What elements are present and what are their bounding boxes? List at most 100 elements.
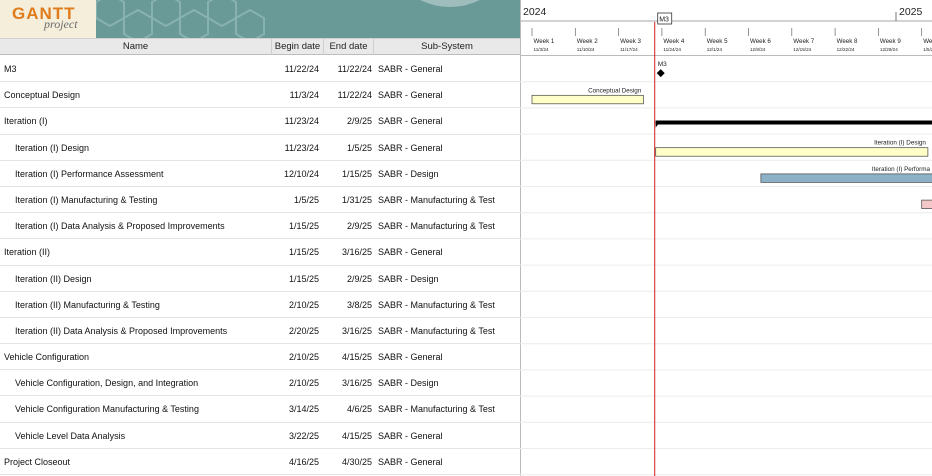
logo-subtitle: project (44, 17, 78, 31)
task-begin-date: 11/3/24 (289, 90, 319, 101)
gantt-canvas: Week 1 11/3/24 Week 2 11/10/24 Week 3 11/17/2… (520, 0, 932, 476)
task-row[interactable]: Vehicle Level Data Analysis 3/22/25 4/15/2… (0, 423, 520, 449)
task-begin-date: 1/15/25 (288, 247, 319, 258)
task-row[interactable]: Iteration (I) 11/23/24 2/9/25 SABR - Genera… (0, 108, 520, 135)
task-begin-date: 12/10/24 (283, 168, 319, 179)
task-sub-system: SABR - General (378, 142, 443, 153)
task-sub-system: SABR - General (378, 247, 443, 258)
task-table-header: Name Begin date End date Sub-System (0, 38, 520, 55)
task-row[interactable]: Iteration (I) Data Analysis & Proposed I… (0, 213, 520, 240)
task-sub-system: SABR - Manufacturing & Test (378, 194, 495, 205)
task-end-date: 3/16/25 (341, 325, 372, 336)
task-end-date: 3/16/25 (341, 378, 372, 389)
week-date: 11/3/24 (534, 47, 549, 52)
task-begin-date: 3/22/25 (288, 430, 319, 441)
task-end-date: 4/30/25 (341, 456, 372, 467)
year-label-left: 2024 (523, 6, 547, 18)
iteration-1-design-label: Iteration (I) Design (874, 140, 926, 147)
task-row[interactable]: Iteration (II) Manufacturing & Testing 2/… (0, 292, 520, 318)
task-name: Vehicle Configuration (4, 352, 90, 363)
task-name: Iteration (I) Data Analysis & Proposed I… (15, 221, 225, 232)
task-sub-system: SABR - General (378, 116, 443, 127)
task-row[interactable]: Iteration (II) Data Analysis & Proposed … (0, 318, 520, 345)
task-begin-date: 2/10/25 (288, 352, 319, 363)
week-label: Week 4 (663, 38, 684, 45)
task-begin-date: 1/5/25 (293, 194, 319, 205)
week-label: Week 6 (750, 38, 771, 45)
task-sub-system: SABR - General (378, 456, 443, 467)
task-sub-system: SABR - Design (378, 273, 439, 284)
task-row[interactable]: Vehicle Configuration 2/10/25 4/15/25 SABR … (0, 344, 520, 371)
week-label: Week 2 (577, 38, 598, 45)
task-row[interactable]: Iteration (I) Manufacturing & Testing 1/5… (0, 187, 520, 214)
task-begin-date: 4/16/25 (288, 456, 319, 467)
conceptual-design-label: Conceptual Design (588, 87, 642, 94)
week-label: We (923, 38, 932, 45)
app-logo: GANTT project (0, 0, 96, 38)
task-row[interactable]: Project Closeout 4/16/25 4/30/25 SABR - Gen… (0, 449, 520, 475)
task-row[interactable]: Iteration (I) Design 11/23/24 1/5/25 SABR -… (0, 135, 520, 161)
week-date: 11/17/24 (620, 47, 638, 52)
task-name: Project Closeout (4, 456, 71, 467)
column-header-sub-system[interactable]: Sub-System (374, 39, 520, 55)
week-date: 12/8/24 (750, 47, 766, 52)
task-row[interactable]: Vehicle Configuration Manufacturing & Te… (0, 396, 520, 423)
header-banner: GANTT project (0, 0, 520, 38)
task-bar (760, 173, 932, 183)
task-end-date: 1/31/25 (341, 194, 372, 205)
task-begin-date: 3/14/25 (288, 404, 319, 415)
year-label-right: 2025 (899, 6, 923, 18)
task-name: Iteration (I) (4, 116, 48, 127)
task-row[interactable]: M3 11/22/24 11/22/24 SABR - General (0, 56, 520, 83)
task-begin-date: 11/22/24 (284, 64, 319, 74)
task-sub-system: SABR - General (378, 64, 443, 74)
task-name: M3 (4, 64, 17, 74)
gantt-chart: Week 1 11/3/24 Week 2 11/10/24 Week 3 11/17/2… (520, 0, 932, 476)
task-row[interactable]: Iteration (I) Performance Assessment 12/1… (0, 161, 520, 187)
task-sub-system: SABR - General (378, 352, 443, 363)
milestone-diamond (656, 69, 665, 78)
column-header-end-date[interactable]: End date (324, 39, 374, 55)
task-row[interactable]: Iteration (II) Design 1/15/25 2/9/25 SABR -… (0, 266, 520, 292)
week-label: Week 8 (837, 38, 858, 45)
milestone-label: M3 (658, 61, 667, 68)
task-begin-date: 1/15/25 (288, 273, 319, 284)
task-end-date: 2/9/25 (346, 273, 372, 284)
task-begin-date: 2/20/25 (288, 325, 319, 336)
iteration-1-performance-label: Iteration (I) Performa (872, 166, 931, 173)
week-date: 12/29/24 (880, 47, 898, 52)
task-bar (655, 147, 929, 157)
task-end-date: 2/9/25 (346, 221, 372, 232)
week-label: Week 5 (707, 38, 728, 45)
task-name: Iteration (I) Performance Assessment (15, 168, 164, 179)
task-row[interactable]: Iteration (II) 1/15/25 3/16/25 SABR - Gener… (0, 239, 520, 266)
task-row[interactable]: Vehicle Configuration, Design, and Integ… (0, 370, 520, 397)
task-end-date: 3/8/25 (346, 299, 372, 310)
task-end-date: 1/15/25 (341, 168, 372, 179)
task-table: M3 11/22/24 11/22/24 SABR - General Conceptu… (0, 56, 520, 475)
task-begin-date: 2/10/25 (288, 299, 319, 310)
task-name: Vehicle Configuration Manufacturing & Te… (15, 404, 199, 415)
task-begin-date: 1/15/25 (288, 221, 319, 232)
task-sub-system: SABR - Manufacturing & Test (378, 325, 495, 336)
task-end-date: 11/22/24 (337, 64, 372, 74)
task-end-date: 4/6/25 (346, 404, 372, 415)
week-date: 11/24/24 (663, 47, 681, 52)
task-sub-system: SABR - Manufacturing & Test (378, 299, 495, 310)
week-date: 12/22/24 (837, 47, 855, 52)
task-begin-date: 2/10/25 (288, 378, 319, 389)
task-end-date: 1/5/25 (346, 142, 372, 153)
column-header-begin-date[interactable]: Begin date (272, 39, 324, 55)
task-begin-date: 11/23/24 (284, 142, 319, 153)
week-date: 11/10/24 (577, 47, 595, 52)
task-row[interactable]: Conceptual Design 11/3/24 11/22/24 SABR - G… (0, 82, 520, 109)
task-bar (531, 94, 644, 105)
week-date: 12/15/24 (793, 47, 811, 52)
task-end-date: 3/16/25 (341, 247, 372, 258)
task-name: Iteration (I) Manufacturing & Testing (15, 194, 158, 205)
week-label: Week 1 (534, 38, 555, 45)
task-name: Iteration (II) Manufacturing & Testing (15, 299, 160, 310)
task-name: Iteration (II) Design (15, 273, 92, 284)
milestone-header-label: M3 (659, 17, 669, 24)
column-header-name[interactable]: Name (0, 39, 272, 55)
